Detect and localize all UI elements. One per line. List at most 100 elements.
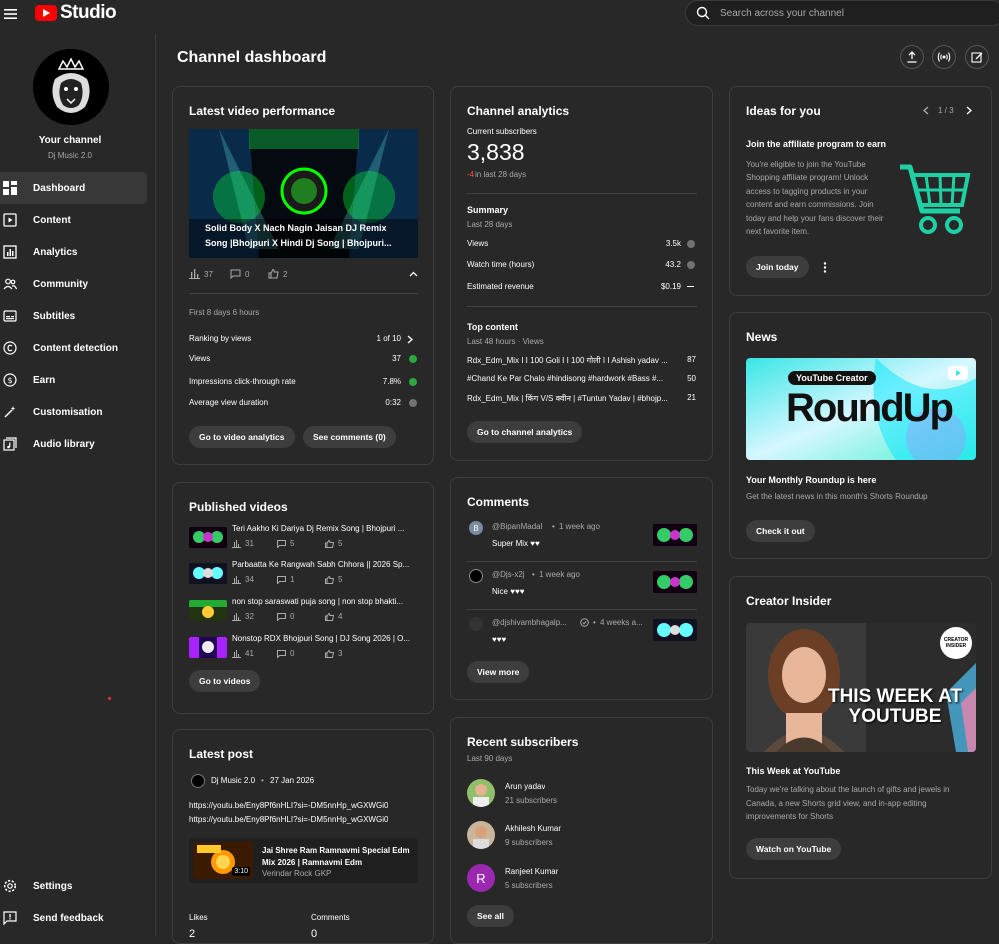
dollar-icon: $: [3, 373, 17, 387]
views-stat: 41: [232, 649, 254, 658]
video-title: Nonstop RDX Bhojpuri Song | DJ Song 2026…: [232, 634, 411, 643]
comments-value: 5: [290, 539, 295, 548]
card-title: Recent subscribers: [467, 735, 579, 749]
more-vert-icon[interactable]: [823, 262, 827, 273]
sidebar-item-settings[interactable]: Settings: [0, 870, 147, 902]
comments-stat: 0: [277, 612, 294, 621]
avatar: [469, 569, 483, 583]
comment-icon: [230, 269, 241, 279]
views-value: 37: [204, 269, 213, 279]
thumbnail-image: [189, 600, 227, 621]
insider-badge: CREATOR INSIDER: [940, 627, 972, 659]
sidebar-item-earn[interactable]: $ Earn: [0, 364, 147, 396]
top-content-item[interactable]: Rdx_Edm_Mix | किंग V/S क्वीन | #Tuntun Y…: [467, 393, 672, 404]
likes-stat: 4: [325, 612, 342, 621]
go-to-videos-button[interactable]: Go to videos: [189, 670, 261, 692]
see-all-button[interactable]: See all: [467, 905, 514, 927]
post-embed-video[interactable]: 3:10 Jai Shree Ram Ramnavmi Special Edm …: [189, 838, 418, 883]
top-content-item[interactable]: Rdx_Edm_Mix I I 100 Goli I I 100 गोली I …: [467, 355, 672, 366]
thumbs-up-icon: [268, 269, 279, 279]
view-more-button[interactable]: View more: [467, 661, 530, 683]
create-post-button[interactable]: [965, 45, 989, 69]
studio-logo[interactable]: Studio: [35, 2, 117, 24]
pager-label: 1 / 3: [938, 106, 954, 115]
sidebar-item-content-detection[interactable]: Content detection: [0, 332, 147, 364]
sidebar-item-content[interactable]: Content: [0, 204, 147, 236]
summary-revenue-label: Estimated revenue: [467, 282, 534, 291]
separator-dot: •: [593, 618, 596, 627]
lion-logo-icon: [33, 49, 109, 125]
bar-chart-icon: [232, 612, 241, 621]
divider: [189, 293, 418, 294]
views-stat: 31: [232, 539, 254, 548]
channel-avatar[interactable]: [33, 49, 109, 125]
sidebar-item-send-feedback[interactable]: Send feedback: [0, 902, 147, 934]
separator-dot: •: [532, 570, 535, 579]
status-dot: [108, 697, 111, 700]
sidebar-item-dashboard[interactable]: Dashboard: [0, 172, 147, 204]
subscriber-name: Arun yadav: [505, 782, 546, 791]
search-icon: [696, 6, 710, 20]
card-title: Channel analytics: [467, 104, 570, 118]
chevron-left-icon[interactable]: [923, 106, 929, 115]
thumbnail-image: [189, 637, 227, 658]
go-live-button[interactable]: [932, 45, 956, 69]
insider-thumbnail[interactable]: CREATOR INSIDER THIS WEEK AT YOUTUBE: [746, 623, 976, 752]
avd-label: Average view duration: [189, 398, 269, 407]
comment-icon: [277, 649, 286, 658]
subscriber-count: 9 subscribers: [505, 838, 553, 847]
avatar: [191, 774, 205, 788]
recent-subscribers-card: Recent subscribers Last 90 days Arun yad…: [450, 717, 713, 944]
likes-stat: 3: [325, 649, 342, 658]
comment-text: ♥♥♥: [492, 635, 507, 644]
sidebar-item-label: Audio library: [33, 438, 95, 450]
go-to-video-analytics-button[interactable]: Go to video analytics: [189, 426, 295, 448]
search-bar[interactable]: [685, 0, 999, 26]
sidebar-item-label: Dashboard: [33, 182, 86, 194]
post-link[interactable]: https://youtu.be/Eny8Pf6nHLI?si=-DM5nnHp…: [189, 801, 388, 810]
chevron-right-icon[interactable]: [966, 106, 972, 115]
check-it-out-button[interactable]: Check it out: [746, 520, 815, 542]
divider: [467, 193, 697, 194]
summary-watch-value: 43.2: [665, 260, 681, 269]
sidebar-item-label: Settings: [33, 880, 73, 892]
upload-button[interactable]: [900, 45, 924, 69]
subscriber-name: Akhilesh Kumar: [505, 824, 562, 833]
sidebar-item-community[interactable]: Community: [0, 268, 147, 300]
card-title: Latest post: [189, 747, 254, 761]
separator-dot: •: [261, 776, 264, 785]
sidebar-item-label: Customisation: [33, 406, 103, 418]
subscriber-count: 21 subscribers: [505, 796, 558, 805]
join-today-button[interactable]: Join today: [746, 256, 809, 278]
sidebar-item-audio-library[interactable]: Audio library: [0, 428, 147, 460]
top-content-item[interactable]: #Chand Ke Par Chalo #hindisong #hardwork…: [467, 374, 672, 383]
comment-user: @BipanMadal: [492, 522, 543, 531]
chevron-up-icon[interactable]: [409, 271, 418, 277]
comment-user: @djshivambhagalp...: [492, 618, 567, 627]
separator-dot: •: [552, 522, 555, 531]
audio-library-icon: [3, 437, 17, 451]
news-badge: YouTube Creator: [788, 371, 876, 385]
see-comments-button[interactable]: See comments (0): [303, 426, 396, 448]
chevron-right-icon[interactable]: [407, 335, 413, 344]
page-title: Channel dashboard: [177, 49, 327, 66]
card-title: Published videos: [189, 500, 288, 514]
avatar: [469, 617, 483, 631]
creator-insider-card: Creator Insider CREATOR INSIDER THIS WEE…: [729, 576, 992, 879]
watch-on-youtube-button[interactable]: Watch on YouTube: [746, 838, 842, 860]
channel-analytics-card: Channel analytics Current subscribers 3,…: [450, 86, 713, 461]
comments-card: Comments B @BipanMadal • 1 week ago Supe…: [450, 477, 713, 700]
news-banner[interactable]: YouTube Creator RoundUp: [746, 358, 976, 460]
news-heading: Your Monthly Roundup is here: [746, 475, 877, 485]
sidebar-item-subtitles[interactable]: Subtitles: [0, 300, 147, 332]
hamburger-menu-icon[interactable]: [3, 6, 19, 22]
post-link[interactable]: https://youtu.be/Eny8Pf6nHLI?si=-DM5nnHp…: [189, 815, 388, 824]
go-to-channel-analytics-button[interactable]: Go to channel analytics: [467, 421, 583, 443]
video-thumbnail[interactable]: Solid Body X Nach Nagin Jaisan DJ Remix …: [189, 129, 418, 258]
thumbnail-image: [653, 571, 697, 593]
sidebar-item-analytics[interactable]: Analytics: [0, 236, 147, 268]
top-content-views: 87: [687, 355, 696, 364]
sidebar-item-customisation[interactable]: Customisation: [0, 396, 147, 428]
youtube-logo-icon: [35, 5, 57, 21]
search-input[interactable]: [720, 7, 980, 19]
